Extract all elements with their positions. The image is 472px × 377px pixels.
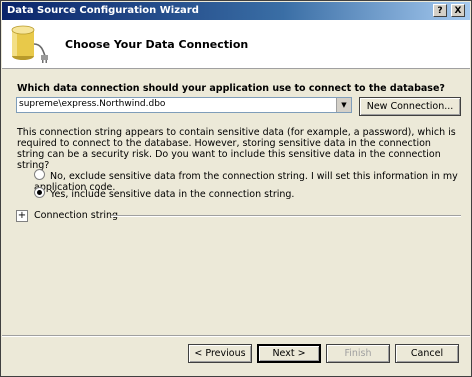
connection-combo-value: supreme\express.Northwind.dbo: [19, 99, 166, 109]
exclude-sensitive-radio[interactable]: [34, 169, 45, 180]
connection-combo[interactable]: supreme\express.Northwind.dbo ▼: [16, 97, 352, 113]
connection-string-label: Connection string: [34, 210, 119, 221]
next-button[interactable]: Next >: [257, 344, 321, 363]
database-icon: [11, 25, 48, 63]
include-sensitive-label: Yes, include sensitive data in the conne…: [50, 189, 295, 200]
chevron-down-icon[interactable]: ▼: [336, 98, 351, 112]
previous-button[interactable]: < Previous: [188, 344, 252, 363]
include-sensitive-radio[interactable]: [34, 187, 45, 198]
close-button[interactable]: X: [451, 4, 465, 17]
cancel-button[interactable]: Cancel: [395, 344, 459, 363]
window-title: Data Source Configuration Wizard: [7, 5, 199, 16]
footer-divider: [2, 335, 470, 337]
include-sensitive-option[interactable]: Yes, include sensitive data in the conne…: [34, 187, 294, 200]
help-button[interactable]: ?: [433, 4, 447, 17]
title-bar: Data Source Configuration Wizard ? X: [2, 2, 470, 20]
finish-button: Finish: [326, 344, 390, 363]
wizard-window: Data Source Configuration Wizard ? X Cho…: [0, 0, 472, 377]
expand-plus-icon[interactable]: +: [16, 210, 28, 222]
connection-string-divider: [111, 215, 461, 217]
sensitive-data-text: This connection string appears to contai…: [17, 127, 456, 171]
page-heading: Choose Your Data Connection: [65, 38, 249, 51]
connection-question: Which data connection should your applic…: [17, 83, 445, 94]
new-connection-button[interactable]: New Connection...: [359, 97, 461, 116]
wizard-header: Choose Your Data Connection: [2, 20, 470, 69]
